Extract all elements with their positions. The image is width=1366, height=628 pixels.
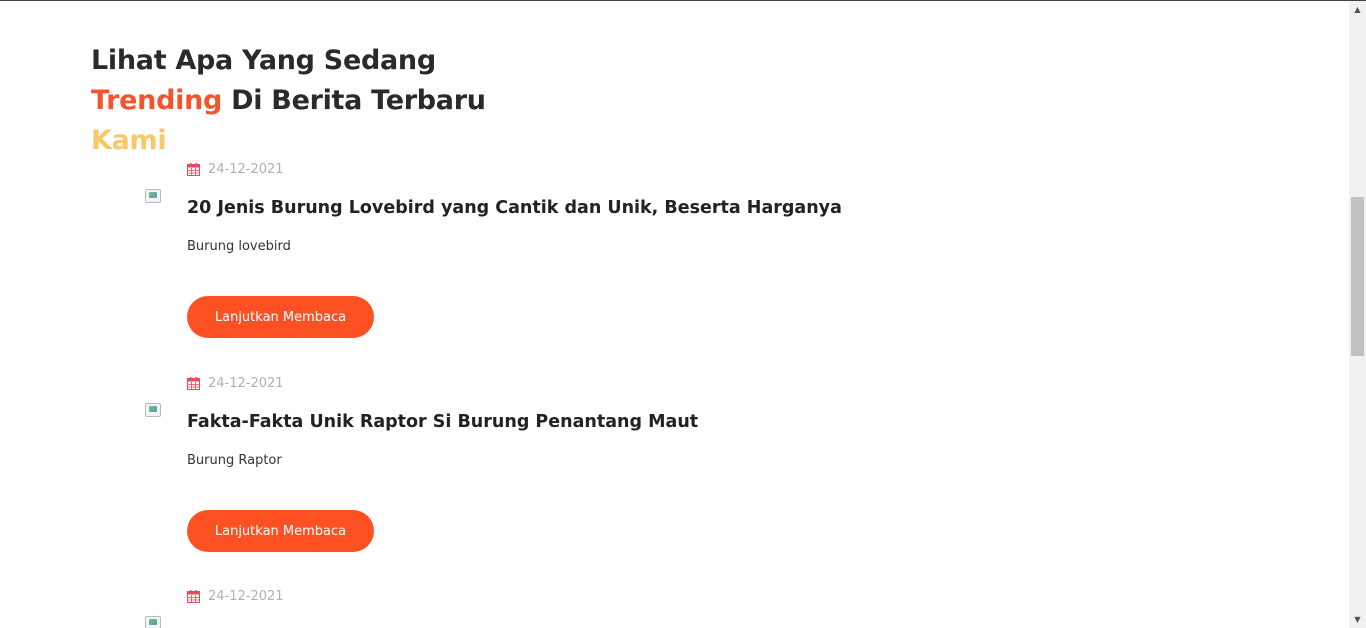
article-date-row: 24-12-2021 [187,375,284,391]
calendar-icon [187,162,200,176]
read-more-button[interactable]: Lanjutkan Membaca [187,296,374,338]
heading-line-3: Kami [91,125,167,156]
article-date: 24-12-2021 [208,588,284,604]
scroll-down-arrow-icon[interactable]: ▼ [1349,611,1366,628]
page-content: Lihat Apa Yang Sedang Trending Di Berita… [0,1,1349,628]
article-title[interactable]: 20 Jenis Burung Lovebird yang Cantik dan… [187,198,842,218]
article-title[interactable]: Fakta-Fakta Unik Raptor Si Burung Penant… [187,412,698,432]
article-thumbnail[interactable] [145,403,161,417]
calendar-icon [187,589,200,603]
article-excerpt: Burung Raptor [187,453,282,468]
article-date: 24-12-2021 [208,375,284,391]
heading-line-2: Trending Di Berita Terbaru [91,81,486,121]
article-date-row: 24-12-2021 [187,588,284,604]
calendar-icon [187,376,200,390]
read-more-button[interactable]: Lanjutkan Membaca [187,510,374,552]
heading-line-1: Lihat Apa Yang Sedang [91,45,436,76]
article-date: 24-12-2021 [208,161,284,177]
heading-highlight-trending: Trending [91,85,223,116]
article-thumbnail[interactable] [145,616,161,628]
article-excerpt: Burung lovebird [187,239,291,254]
scrollbar-thumb[interactable] [1351,197,1364,356]
scroll-up-arrow-icon[interactable]: ▲ [1349,1,1366,18]
article-thumbnail[interactable] [145,189,161,203]
vertical-scrollbar[interactable]: ▲ ▼ [1349,1,1366,628]
article-date-row: 24-12-2021 [187,161,284,177]
heading-line-2-rest: Di Berita Terbaru [222,85,486,116]
section-heading: Lihat Apa Yang Sedang Trending Di Berita… [91,41,486,161]
